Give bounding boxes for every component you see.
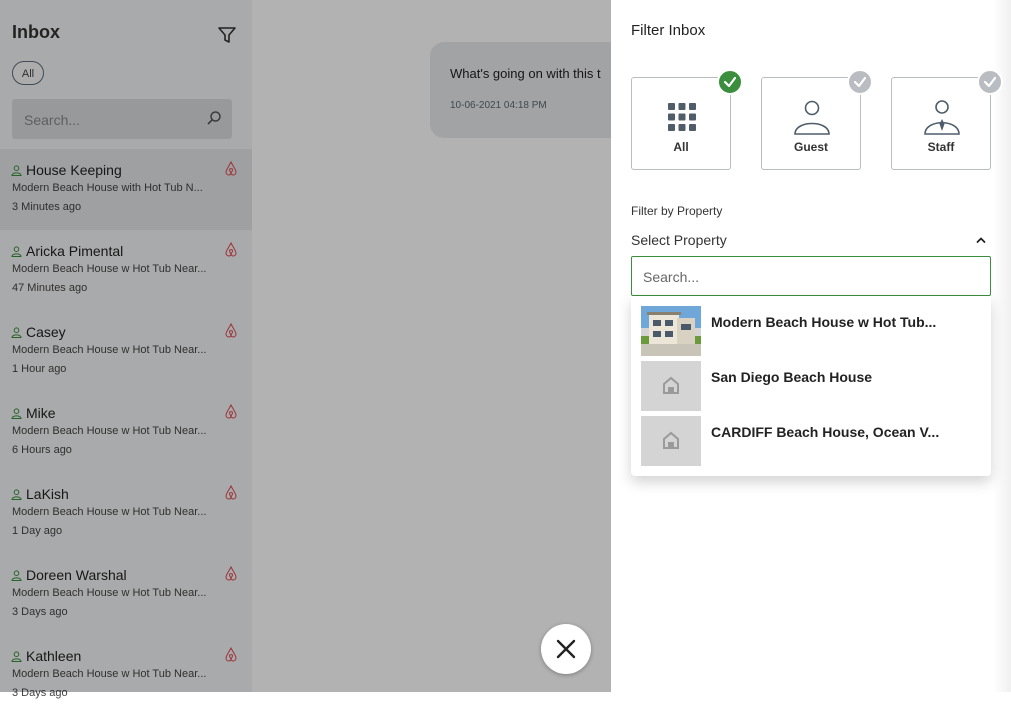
check-icon	[847, 69, 873, 95]
filter-panel: Filter Inbox All Guest Staff Filter by P…	[611, 0, 1011, 692]
app: Inbox All House Keeping Modern Beach Hou…	[0, 0, 1011, 699]
close-icon	[556, 639, 576, 659]
property-search	[631, 256, 991, 296]
check-icon	[717, 69, 743, 95]
filter-type-label: All	[673, 140, 689, 154]
filter-type-all[interactable]: All	[631, 69, 743, 170]
property-select-value: Select Property	[631, 232, 727, 248]
property-dropdown: Modern Beach House w Hot Tub... San Dieg…	[631, 296, 991, 476]
grid-icon	[668, 103, 696, 131]
filter-panel-title: Filter Inbox	[631, 22, 706, 39]
modal-overlay[interactable]	[0, 0, 611, 692]
property-option-name: San Diego Beach House	[711, 369, 873, 385]
check-icon	[977, 69, 1003, 95]
filter-by-property-label: Filter by Property	[631, 204, 723, 218]
panel-edge	[993, 0, 1011, 692]
property-placeholder-icon	[641, 361, 701, 411]
filter-type-staff[interactable]: Staff	[891, 69, 1003, 170]
chevron-up-icon	[976, 237, 986, 243]
property-option[interactable]: San Diego Beach House	[631, 351, 991, 411]
filter-type-label: Guest	[793, 140, 828, 154]
property-select[interactable]: Select Property	[631, 232, 991, 252]
property-option[interactable]: Modern Beach House w Hot Tub...	[631, 296, 991, 356]
filter-type-label: Staff	[927, 140, 955, 154]
close-button[interactable]	[541, 624, 591, 674]
property-option-name: CARDIFF Beach House, Ocean V...	[711, 424, 940, 440]
guest-icon	[794, 100, 830, 135]
filter-type-guest[interactable]: Guest	[761, 69, 873, 170]
property-placeholder-icon	[641, 416, 701, 466]
property-search-input[interactable]	[641, 267, 975, 287]
property-option-name: Modern Beach House w Hot Tub...	[711, 314, 937, 330]
property-option[interactable]: CARDIFF Beach House, Ocean V...	[631, 406, 991, 466]
property-photo	[641, 306, 701, 356]
staff-icon	[924, 100, 960, 135]
